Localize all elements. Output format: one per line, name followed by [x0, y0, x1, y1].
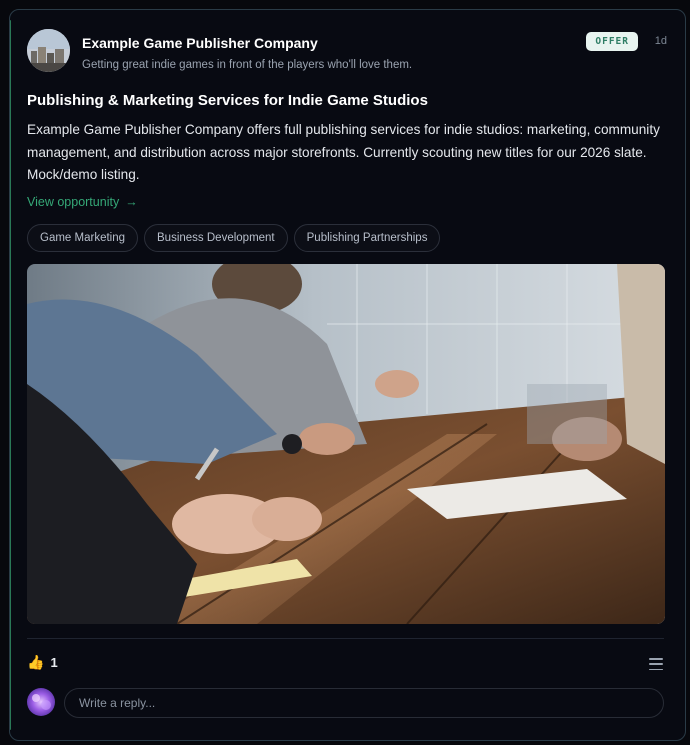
tag-game-marketing[interactable]: Game Marketing	[27, 224, 139, 252]
tag-business-development[interactable]: Business Development	[144, 224, 288, 252]
tag-list: Game Marketing Business Development Publ…	[27, 224, 441, 252]
tag-publishing-partnerships[interactable]: Publishing Partnerships	[293, 224, 441, 252]
menu-icon[interactable]	[649, 658, 663, 670]
company-avatar[interactable]	[27, 29, 70, 72]
arrow-right-icon: →	[125, 195, 138, 209]
post-card: Example Game Publisher Company Getting g…	[9, 9, 686, 741]
view-opportunity-link[interactable]: View opportunity →	[27, 195, 138, 209]
post-age: 1d	[654, 35, 667, 47]
user-avatar[interactable]	[27, 688, 55, 716]
reaction-count: 1	[50, 655, 58, 670]
post-title: Publishing & Marketing Services for Indi…	[27, 92, 428, 109]
company-name[interactable]: Example Game Publisher Company	[82, 35, 318, 51]
post-image[interactable]	[27, 264, 665, 624]
company-tagline: Getting great indie games in front of th…	[82, 59, 413, 71]
post-header: Example Game Publisher Company Getting g…	[27, 29, 667, 73]
reply-row	[27, 688, 664, 718]
reaction-summary[interactable]: 👍 1	[27, 654, 58, 671]
offer-badge: OFFER	[586, 32, 638, 51]
thumbs-up-icon[interactable]: 👍	[27, 654, 44, 671]
view-opportunity-label: View opportunity	[27, 195, 120, 209]
reply-input[interactable]	[64, 688, 664, 718]
footer-divider	[27, 638, 664, 639]
post-description: Example Game Publisher Company offers fu…	[27, 122, 660, 182]
